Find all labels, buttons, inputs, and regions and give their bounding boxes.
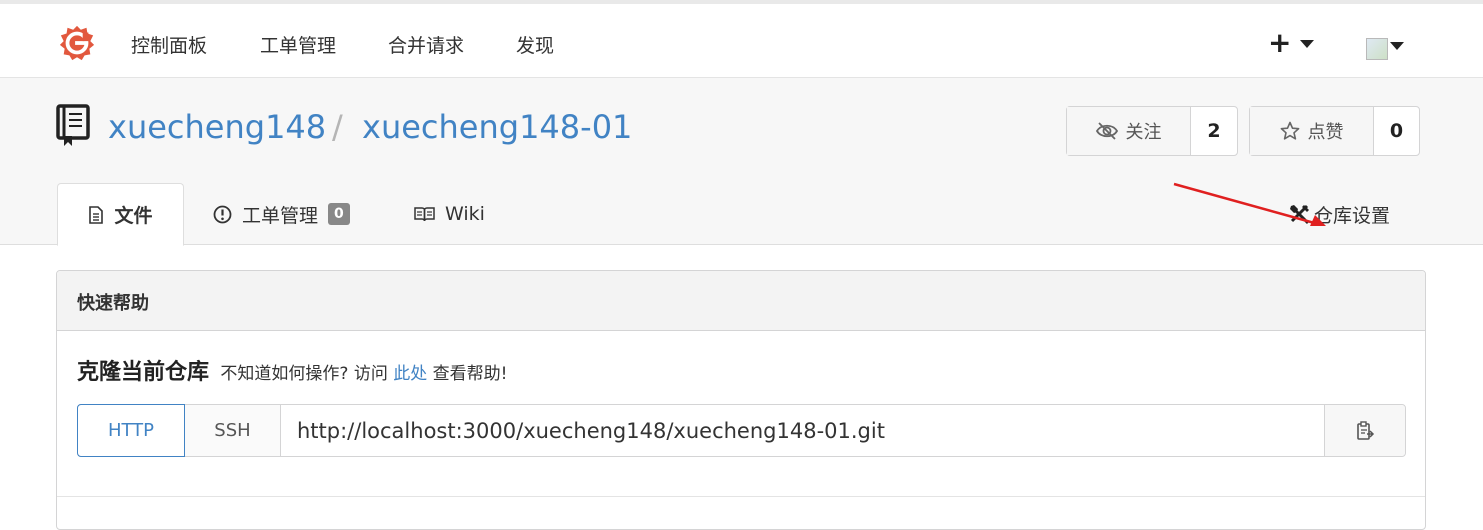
watch-button-group: 关注 2 [1066,106,1238,156]
watch-button[interactable]: 关注 [1067,107,1191,155]
tab-issues-label: 工单管理 [242,204,319,227]
clone-hint-suffix: 查看帮助! [432,364,508,384]
top-navbar: 控制面板 工单管理 合并请求 发现 + [0,0,1483,78]
help-link[interactable]: 此处 [393,364,427,384]
plus-icon: + [1268,26,1292,59]
gogs-logo[interactable] [58,24,96,62]
nav-issues[interactable]: 工单管理 [260,31,336,58]
nav-explore[interactable]: 发现 [516,31,554,58]
nav-dashboard[interactable]: 控制面板 [131,31,207,58]
caret-down-icon [1300,40,1314,48]
wiki-book-icon [414,207,435,222]
avatar [1366,38,1388,60]
create-new-menu[interactable]: + [1268,26,1328,62]
panel-divider [57,496,1425,497]
clone-title: 克隆当前仓库 [77,360,210,385]
star-label: 点赞 [1307,122,1344,143]
clone-hint-text: 不知道如何操作? 访问 [220,364,388,384]
clone-url-field[interactable]: http://localhost:3000/xuecheng148/xueche… [281,405,1325,456]
issue-opened-icon [213,205,232,223]
tab-files[interactable]: 文件 [57,183,184,246]
tab-settings-label: 仓库设置 [1314,204,1391,227]
tab-wiki-label: Wiki [445,203,485,225]
clone-url-bar: HTTP SSH http://localhost:3000/xuecheng1… [77,404,1406,457]
quick-help-title: 快速帮助 [57,271,1425,331]
star-count[interactable]: 0 [1374,107,1419,155]
star-button-group: 点赞 0 [1249,106,1420,156]
repo-owner-link[interactable]: xuecheng148 [108,108,326,146]
eye-slash-icon [1095,122,1118,140]
star-icon [1280,121,1299,140]
copy-url-button[interactable] [1325,405,1405,456]
file-text-icon [89,205,104,224]
book-icon [56,104,90,146]
user-menu[interactable] [1366,34,1414,62]
repo-name-link[interactable]: xuecheng148-01 [362,108,632,146]
tab-settings[interactable]: 仓库设置 [1288,183,1390,245]
watch-count[interactable]: 2 [1191,107,1237,155]
quick-help-panel: 快速帮助 克隆当前仓库 不知道如何操作? 访问 此处 查看帮助! HTTP SS… [56,270,1426,530]
tab-wiki[interactable]: Wiki [414,183,485,245]
watch-label: 关注 [1125,122,1162,143]
star-button[interactable]: 点赞 [1250,107,1374,155]
tab-files-label: 文件 [114,205,153,227]
ssh-protocol-button[interactable]: SSH [185,405,281,456]
caret-down-icon [1390,42,1404,50]
repo-path-separator: / [332,108,343,146]
clone-instructions: 克隆当前仓库 不知道如何操作? 访问 此处 查看帮助! [77,354,508,386]
http-protocol-button[interactable]: HTTP [77,404,185,457]
copy-icon [1357,420,1375,440]
nav-pull-requests[interactable]: 合并请求 [388,31,464,58]
tools-icon [1290,204,1310,225]
issues-count-badge: 0 [328,203,350,225]
tab-issues[interactable]: 工单管理 0 [213,183,350,245]
repo-header: xuecheng148 / xuecheng148-01 关注 2 点赞 0 文… [0,78,1483,246]
